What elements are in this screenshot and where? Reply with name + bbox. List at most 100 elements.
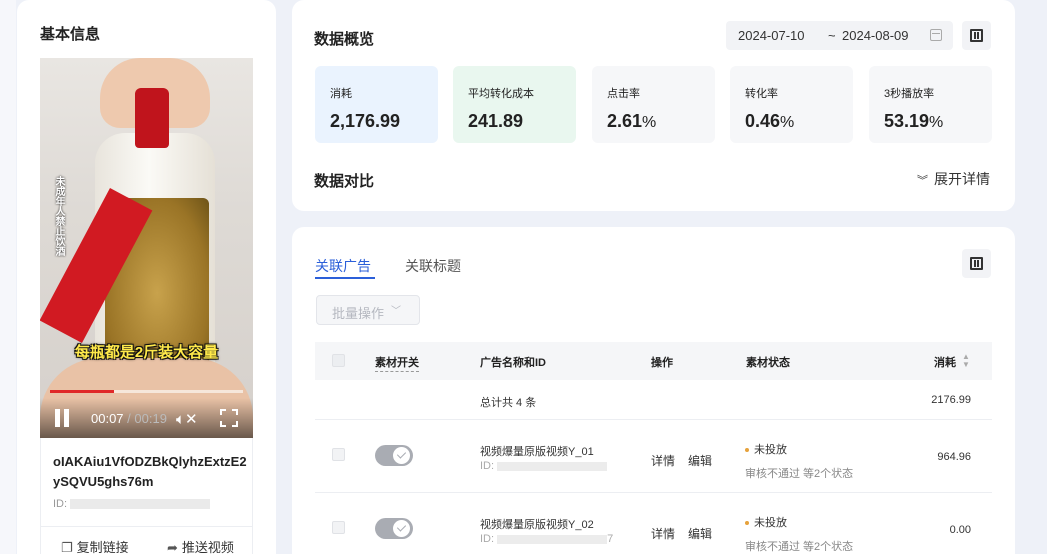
video-progress-fill — [50, 390, 114, 393]
compare-title: 数据对比 — [314, 173, 375, 190]
metric-value: 2,176.99 — [330, 111, 401, 131]
mute-icon[interactable]: 🔈︎✕ — [176, 410, 200, 428]
col-cost[interactable]: 消耗 — [934, 354, 956, 370]
related-ads-card: 关联广告 关联标题 批量操作 ﹀ 素材开关 广告名称和ID 操作 素材状态 消耗… — [292, 227, 1015, 554]
material-status-detail: 审核不通过 等2个状态 — [745, 468, 854, 480]
metric-card-3s-play-rate: 3秒播放率 53.19% — [869, 66, 992, 143]
total-row: 总计共 4 条 2176.99 — [315, 380, 992, 420]
video-id-redacted — [70, 499, 211, 510]
column-settings-button[interactable] — [962, 21, 991, 50]
col-material-switch: 素材开关 — [375, 354, 419, 372]
copy-link-button[interactable]: ❐ 复制链接 — [61, 537, 129, 554]
video-caption: 每瓶都是2斤装大容量 — [74, 344, 219, 361]
video-actions: ❐ 复制链接 ➦ 推送视频 — [41, 526, 252, 554]
table-row: 视频爆量原版视频Y_01 ID: 详情 编辑 未投放 审核不通过 等2个状态 9… — [315, 420, 992, 493]
ad-name: 视频爆量原版视频Y_02 — [480, 519, 594, 531]
video-controls: 00:07 / 00:19 🔈︎✕ — [40, 398, 253, 438]
basic-info-title: 基本信息 — [40, 26, 101, 43]
metric-label: 点击率 — [607, 88, 640, 100]
detail-link[interactable]: 详情 — [651, 452, 675, 469]
select-all-checkbox[interactable] — [332, 354, 345, 367]
sort-icon[interactable]: ▲ ▼ — [962, 353, 970, 369]
total-label: 总计共 4 条 — [480, 397, 537, 409]
col-operation: 操作 — [651, 357, 673, 369]
metric-label: 3秒播放率 — [884, 88, 935, 100]
date-separator: ~ — [828, 28, 836, 43]
video-progress-bar[interactable] — [50, 390, 243, 393]
active-tab-indicator — [315, 277, 375, 279]
tab-related-ads[interactable]: 关联广告 — [315, 256, 371, 276]
total-cost: 2176.99 — [931, 394, 971, 406]
check-icon — [393, 447, 410, 464]
edit-link[interactable]: 编辑 — [688, 525, 712, 542]
metric-card-cost: 消耗 2,176.99 — [315, 66, 438, 143]
ad-id-redacted — [497, 461, 608, 471]
material-status: 未投放 — [745, 514, 787, 530]
ad-id: ID: — [480, 460, 608, 472]
video-name: oIAKAiu1VfODZBkQlyhzExtzE2ySQVU5ghs76m — [53, 454, 247, 489]
batch-operation-button[interactable]: 批量操作 ﹀ — [316, 295, 420, 325]
share-icon: ➦ — [167, 540, 178, 554]
video-player[interactable]: 未成年人禁止饮酒 每瓶都是2斤装大容量 00:07 / 00:19 🔈︎✕ — [40, 58, 253, 438]
row-checkbox[interactable] — [332, 448, 345, 461]
row-cost: 964.96 — [937, 451, 971, 463]
metric-value: 53.19% — [884, 111, 944, 131]
row-cost: 0.00 — [949, 524, 971, 536]
tab-related-titles[interactable]: 关联标题 — [405, 256, 461, 276]
table-header: 素材开关 广告名称和ID 操作 素材状态 消耗 ▲ ▼ — [315, 342, 992, 380]
metric-label: 平均转化成本 — [468, 88, 534, 100]
columns-icon — [970, 29, 983, 42]
video-side-text: 未成年人禁止饮酒 — [53, 176, 64, 256]
metric-card-avg-conversion-cost: 平均转化成本 241.89 — [453, 66, 576, 143]
ad-id-redacted — [497, 534, 608, 544]
push-video-label: 推送视频 — [181, 540, 234, 554]
expand-details-button[interactable]: ︾ 展开详情 — [917, 169, 990, 189]
chevron-down-icon: ﹀ — [391, 306, 401, 317]
status-dot-icon — [745, 521, 749, 526]
time-separator: / — [123, 411, 135, 426]
metric-value: 0.46% — [745, 111, 795, 131]
video-time: 00:07 / 00:19 — [91, 411, 167, 426]
video-id: ID: — [53, 498, 211, 510]
fullscreen-icon[interactable] — [220, 409, 238, 427]
table-column-settings-button[interactable] — [962, 249, 991, 278]
detail-link[interactable]: 详情 — [651, 525, 675, 542]
push-video-button[interactable]: ➦ 推送视频 — [167, 537, 234, 554]
basic-info-card: 基本信息 未成年人禁止饮酒 每瓶都是2斤装大容量 00:07 / 00:19 🔈… — [17, 0, 276, 554]
edit-link[interactable]: 编辑 — [688, 452, 712, 469]
date-range-picker[interactable]: 2024-07-10 ~ 2024-08-09 — [726, 21, 953, 50]
metric-label: 转化率 — [745, 88, 778, 100]
video-meta: oIAKAiu1VfODZBkQlyhzExtzE2ySQVU5ghs76m I… — [40, 438, 253, 554]
row-checkbox[interactable] — [332, 521, 345, 534]
date-start: 2024-07-10 — [738, 28, 805, 43]
metric-card-conversion-rate: 转化率 0.46% — [730, 66, 853, 143]
video-id-label: ID: — [53, 498, 68, 510]
status-dot-icon — [745, 448, 749, 453]
left-edge-strip — [0, 0, 16, 554]
time-current: 00:07 — [91, 411, 124, 426]
metric-label: 消耗 — [330, 88, 352, 100]
double-chevron-down-icon: ︾ — [917, 175, 928, 187]
metric-card-ctr: 点击率 2.61% — [592, 66, 715, 143]
calendar-icon — [930, 29, 942, 41]
col-ad-name: 广告名称和ID — [480, 357, 546, 369]
video-frame-bottle-cap — [135, 88, 169, 148]
date-end: 2024-08-09 — [842, 28, 909, 43]
table-row: 视频爆量原版视频Y_02 ID: 7 详情 编辑 未投放 审核不通过 等2个状态… — [315, 493, 992, 554]
material-status-detail: 审核不通过 等2个状态 — [745, 541, 854, 553]
columns-icon — [970, 257, 983, 270]
time-total: 00:19 — [134, 411, 167, 426]
batch-operation-label: 批量操作 — [332, 306, 385, 321]
material-switch-toggle[interactable] — [375, 445, 413, 466]
metric-value: 241.89 — [468, 111, 524, 131]
copy-icon: ❐ — [61, 540, 73, 554]
ad-name: 视频爆量原版视频Y_01 — [480, 446, 594, 458]
col-material-status: 素材状态 — [746, 357, 790, 369]
copy-link-label: 复制链接 — [76, 540, 129, 554]
metric-value: 2.61% — [607, 111, 657, 131]
pause-icon[interactable] — [53, 409, 71, 427]
material-switch-toggle[interactable] — [375, 518, 413, 539]
check-icon — [393, 520, 410, 537]
material-status: 未投放 — [745, 441, 787, 457]
data-overview-card: 数据概览 2024-07-10 ~ 2024-08-09 消耗 2,176.99… — [292, 0, 1015, 211]
